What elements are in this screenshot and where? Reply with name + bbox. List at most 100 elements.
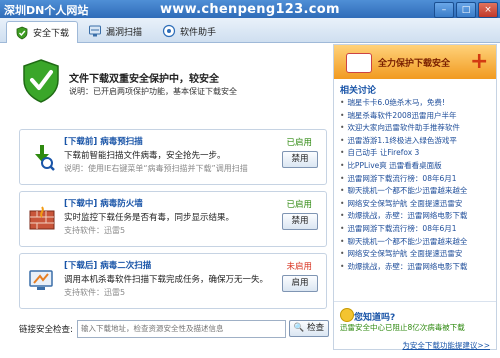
news-item[interactable]: • 劲爆挑战，赤壁：迅雷网络电影下载 (340, 261, 492, 274)
firewall-icon (29, 206, 55, 230)
news-link[interactable]: 劲爆挑战，赤壁：迅雷网络电影下载 (347, 262, 467, 271)
download-scan-icon (35, 145, 55, 171)
news-item[interactable]: • 自己动手 让Firefox 3 (340, 147, 492, 160)
title-bar: 深圳DN个人网站 www.chenpeng123.com – □ × (0, 0, 500, 18)
status-badge: 已启用 (286, 138, 312, 148)
bullet-icon: • (340, 186, 345, 196)
post-download-scan-card: [下载后] 病毒二次扫描 调用本机杀毒软件扫描下载完成任务，确保万无一失。 支持… (19, 253, 327, 309)
card-note: 支持软件：迅雷5 (64, 226, 126, 235)
tab-safe-download[interactable]: 安全下载 (6, 21, 79, 43)
card-title: [下载后] 病毒二次扫描 (64, 261, 152, 271)
disable-button[interactable]: 禁用 (282, 213, 318, 230)
card-title: [下载中] 病毒防火墙 (64, 199, 143, 209)
suggestion-link[interactable]: 为安全下载功能提建议>> (402, 340, 490, 351)
protection-status: 文件下载双重安全保护中，较安全 说明：已开启两项保护功能，基本保证下载安全 (5, 44, 325, 120)
news-item[interactable]: • 迅雷网游下载流行榜：08年6月1 (340, 173, 492, 186)
tab-software-assistant[interactable]: 软件助手 (154, 21, 224, 41)
watermark-url: www.chenpeng123.com (160, 2, 340, 17)
search-icon: 🔍 (293, 323, 305, 333)
window-title: 深圳DN个人网站 (4, 4, 89, 17)
plus-icon: + (470, 49, 489, 74)
computer-scan-icon (29, 270, 53, 290)
news-item[interactable]: • 聊天挑机一个都不能少迅雷越来越全 (340, 185, 492, 198)
status-headline: 文件下载双重安全保护中，较安全 (69, 74, 219, 85)
news-link[interactable]: 比PPLive爽 迅雷看看桌面版 (347, 161, 441, 170)
maximize-button[interactable]: □ (456, 2, 476, 18)
news-item[interactable]: • 聊天挑机一个都不能少迅雷越来越全 (340, 236, 492, 249)
card-description: 实时监控下载任务是否有毒，同步显示结果。 (64, 213, 235, 223)
promo-banner[interactable]: 全力保护下载安全 + (334, 45, 496, 79)
bullet-icon: • (340, 223, 345, 233)
news-link[interactable]: 劲爆挑战，赤壁：迅雷网络电影下载 (347, 211, 467, 220)
link-check-label: 链接安全检查: (19, 325, 73, 335)
enable-button[interactable]: 启用 (282, 275, 318, 292)
bullet-icon: • (340, 98, 345, 107)
news-link[interactable]: 聊天挑机一个都不能少迅雷越来越全 (347, 237, 467, 246)
news-item[interactable]: • 迅雷网游下载流行榜：08年6月1 (340, 223, 492, 236)
news-item[interactable]: • 网络安全保驾护航 全面提速迅雷安 (340, 248, 492, 261)
status-badge: 已启用 (286, 200, 312, 210)
news-link[interactable]: 欢迎大家向迅雷软件助手推荐软件 (347, 123, 460, 132)
minimize-button[interactable]: – (434, 2, 454, 18)
news-link[interactable]: 网络安全保驾护航 全面提速迅雷安 (347, 199, 462, 208)
news-item[interactable]: • 劲爆挑战，赤壁：迅雷网络电影下载 (340, 210, 492, 223)
green-shield-icon (23, 59, 59, 103)
lightbulb-icon (340, 308, 354, 322)
news-item[interactable]: • 欢迎大家向迅雷软件助手推荐软件 (340, 122, 492, 135)
news-link[interactable]: 迅雷游游1.1终极进入绿色游戏平 (347, 136, 456, 145)
card-title: [下载前] 病毒预扫描 (64, 137, 143, 147)
promo-text: 全力保护下载安全 (378, 59, 451, 69)
link-check-input[interactable] (77, 320, 286, 338)
window-controls: – □ × (434, 2, 498, 18)
news-item[interactable]: • 迅雷游游1.1终极进入绿色游戏平 (340, 135, 492, 148)
bullet-icon: • (340, 135, 345, 145)
news-item[interactable]: • 瑞星卡卡6.0绝杀木马，免费! (340, 97, 492, 110)
software-assistant-icon (162, 24, 176, 38)
news-link[interactable]: 迅雷网游下载流行榜：08年6月1 (347, 224, 456, 233)
news-link[interactable]: 迅雷网游下载流行榜：08年6月1 (347, 174, 456, 183)
news-link[interactable]: 聊天挑机一个都不能少迅雷越来越全 (347, 186, 467, 195)
scan-icon (89, 25, 101, 37)
news-list: • 瑞星卡卡6.0绝杀木马，免费! • 瑞星杀毒软件2008迅雷用户半年 • 欢迎大家向迅… (340, 97, 492, 273)
bullet-icon: • (340, 198, 345, 208)
bullet-icon: • (340, 123, 345, 133)
news-link[interactable]: 网络安全保驾护航 全面提速迅雷安 (347, 249, 462, 258)
bullet-icon: • (340, 249, 345, 259)
did-you-know-text: 迅雷安全中心已阻止8亿次病毒被下载 (340, 323, 465, 332)
tab-bar: 安全下载 漏洞扫描 软件助手 (0, 18, 500, 43)
news-link[interactable]: 瑞星卡卡6.0绝杀木马，免费! (347, 98, 444, 107)
news-link[interactable]: 自己动手 让Firefox 3 (347, 148, 419, 157)
status-description: 说明：已开启两项保护功能，基本保证下载安全 (69, 87, 237, 96)
card-note: 支持软件：迅雷5 (64, 288, 126, 297)
check-button-label: 检查 (307, 323, 325, 333)
bullet-icon: • (340, 148, 345, 158)
card-description: 调用本机杀毒软件扫描下载完成任务，确保万无一失。 (64, 275, 269, 285)
main-panel: 文件下载双重安全保护中，较安全 说明：已开启两项保护功能，基本保证下载安全 [下… (5, 44, 329, 344)
tab-label: 安全下载 (33, 29, 70, 39)
news-item[interactable]: • 瑞星杀毒软件2008迅雷用户半年 (340, 110, 492, 123)
bullet-icon: • (340, 160, 345, 170)
bullet-icon: • (340, 261, 345, 271)
check-button[interactable]: 🔍 检查 (289, 320, 329, 337)
tab-label: 软件助手 (180, 27, 217, 38)
tab-label: 漏洞扫描 (106, 27, 143, 38)
news-item[interactable]: • 比PPLive爽 迅雷看看桌面版 (340, 160, 492, 173)
link-check-bar: 链接安全检查: 🔍 检查 (19, 320, 329, 338)
card-note: 说明：使用IE右键菜单“病毒预扫描并下载”调用扫描 (64, 164, 248, 173)
discussion-heading: 相关讨论 (340, 86, 377, 96)
first-aid-kit-icon (346, 53, 372, 73)
news-link[interactable]: 瑞星杀毒软件2008迅雷用户半年 (347, 111, 456, 120)
bullet-icon: • (340, 110, 345, 120)
did-you-know: 您知道吗? 迅雷安全中心已阻止8亿次病毒被下载 为安全下载功能提建议>> (334, 301, 496, 350)
status-badge: 未启用 (286, 262, 312, 272)
pre-download-scan-card: [下载前] 病毒预扫描 下载前智能扫描文件病毒，安全抢先一步。 说明：使用IE右… (19, 129, 327, 185)
tab-vulnerability-scan[interactable]: 漏洞扫描 (80, 21, 150, 41)
close-button[interactable]: × (478, 2, 498, 18)
news-item[interactable]: • 网络安全保驾护航 全面提速迅雷安 (340, 198, 492, 211)
card-description: 下载前智能扫描文件病毒，安全抢先一步。 (64, 151, 226, 161)
bullet-icon: • (340, 173, 345, 183)
disable-button[interactable]: 禁用 (282, 151, 318, 168)
bullet-icon: • (340, 236, 345, 246)
bullet-icon: • (340, 211, 345, 221)
firewall-card: [下载中] 病毒防火墙 实时监控下载任务是否有毒，同步显示结果。 支持软件：迅雷… (19, 191, 327, 247)
